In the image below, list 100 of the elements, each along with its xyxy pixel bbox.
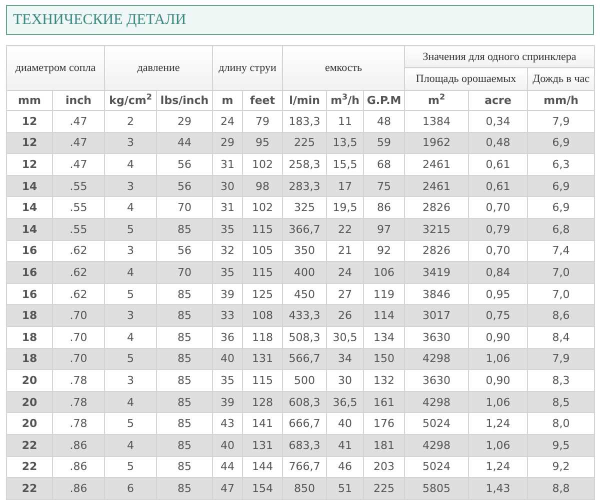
table-cell: 12 — [6, 110, 52, 132]
unit-header: kg/cm$^{2}$ — [104, 90, 157, 110]
table-cell: 85 — [156, 304, 213, 326]
table-cell: .55 — [52, 218, 105, 240]
table-cell: 24 — [212, 110, 243, 132]
table-cell: 4298 — [404, 434, 469, 456]
group-header: давление — [104, 46, 213, 90]
table-cell: 1,06 — [468, 434, 528, 456]
table-cell: 3630 — [404, 370, 469, 392]
table-cell: .70 — [52, 326, 105, 348]
table-cell: 176 — [364, 412, 405, 434]
table-cell: 35 — [212, 218, 243, 240]
table-cell: 18 — [6, 326, 52, 348]
table-cell: 181 — [364, 434, 405, 456]
table-cell: 2826 — [404, 196, 469, 218]
table-cell: 4 — [104, 262, 157, 284]
table-cell: .47 — [52, 110, 105, 132]
table-cell: 8,8 — [528, 478, 595, 500]
table-cell: 35 — [212, 262, 243, 284]
table-cell: 5024 — [404, 412, 469, 434]
table-cell: 85 — [156, 370, 213, 392]
table-cell: 40 — [326, 412, 364, 434]
table-cell: 134 — [364, 326, 405, 348]
table-cell: 666,7 — [282, 412, 327, 434]
table-cell: 36 — [212, 326, 243, 348]
table-cell: 18 — [6, 304, 52, 326]
table-cell: 85 — [156, 478, 213, 500]
table-cell: 43 — [212, 412, 243, 434]
table-cell: 4 — [104, 326, 157, 348]
table-cell: 102 — [242, 196, 283, 218]
table-cell: 102 — [242, 154, 283, 176]
table-cell: 14 — [6, 196, 52, 218]
unit-header: lbs/inch — [156, 90, 213, 110]
table-cell: .78 — [52, 412, 105, 434]
table-cell: .62 — [52, 262, 105, 284]
table-cell: 115 — [242, 262, 283, 284]
unit-header: m$^{2}$ — [404, 90, 469, 110]
table-cell: 4 — [104, 154, 157, 176]
table-cell: 11 — [326, 110, 364, 132]
table-cell: .78 — [52, 370, 105, 392]
unit-header: m$^{3}$/h — [326, 90, 364, 110]
table-cell: 12 — [6, 154, 52, 176]
table-cell: 6,9 — [528, 196, 595, 218]
table-cell: 85 — [156, 218, 213, 240]
table-cell: 108 — [242, 304, 283, 326]
group-header: длину струи — [212, 46, 283, 90]
table-cell: 3017 — [404, 304, 469, 326]
table-cell: 433,3 — [282, 304, 327, 326]
table-cell: 97 — [364, 218, 405, 240]
table-cell: 5 — [104, 412, 157, 434]
table-cell: .55 — [52, 196, 105, 218]
table-cell: 366,7 — [282, 218, 327, 240]
table-cell: 0,90 — [468, 326, 528, 348]
group-header: Значения для одного спринклера — [404, 46, 595, 68]
table-cell: 508,3 — [282, 326, 327, 348]
table-cell: 7,9 — [528, 110, 595, 132]
unit-header: mm — [6, 90, 52, 110]
table-cell: 0,34 — [468, 110, 528, 132]
table-cell: 30 — [326, 370, 364, 392]
table-cell: 8,4 — [528, 326, 595, 348]
table-cell: 51 — [326, 478, 364, 500]
table-cell: 20 — [6, 412, 52, 434]
subgroup-header: Дождь в час — [528, 68, 595, 90]
table-cell: 47 — [212, 478, 243, 500]
table-cell: 20 — [6, 370, 52, 392]
table-cell: 4 — [104, 434, 157, 456]
unit-header: G.P.M — [364, 90, 405, 110]
table-cell: 106 — [364, 262, 405, 284]
unit-header: inch — [52, 90, 105, 110]
table-cell: 79 — [242, 110, 283, 132]
table-cell: 33 — [212, 304, 243, 326]
table-cell: 1384 — [404, 110, 469, 132]
table-cell: 14 — [6, 218, 52, 240]
section-title: ТЕХНИЧЕСКИЕ ДЕТАЛИ — [6, 5, 594, 35]
table-cell: 8,6 — [528, 304, 595, 326]
table-cell: 35 — [212, 370, 243, 392]
table-cell: 0,70 — [468, 196, 528, 218]
table-cell: 0,79 — [468, 218, 528, 240]
table-cell: 4 — [104, 196, 157, 218]
table-cell: 41 — [326, 434, 364, 456]
table-cell: 40 — [212, 434, 243, 456]
unit-header: l/min — [282, 90, 327, 110]
table-cell: 7,0 — [528, 262, 595, 284]
table-cell: .86 — [52, 478, 105, 500]
table-cell: 114 — [364, 304, 405, 326]
table-cell: 225 — [364, 478, 405, 500]
table-cell: 132 — [364, 370, 405, 392]
table-cell: 131 — [242, 434, 283, 456]
table-cell: 16 — [6, 262, 52, 284]
table-cell: 115 — [242, 370, 283, 392]
table-cell: 6 — [104, 478, 157, 500]
table-cell: 325 — [282, 196, 327, 218]
table-cell: 9,5 — [528, 434, 595, 456]
table-cell: 258,3 — [282, 154, 327, 176]
table-cell: 141 — [242, 412, 283, 434]
table-cell: 5 — [104, 218, 157, 240]
table-cell: 22 — [6, 478, 52, 500]
table-cell: 850 — [282, 478, 327, 500]
table-cell: 683,3 — [282, 434, 327, 456]
table-cell: 70 — [156, 262, 213, 284]
